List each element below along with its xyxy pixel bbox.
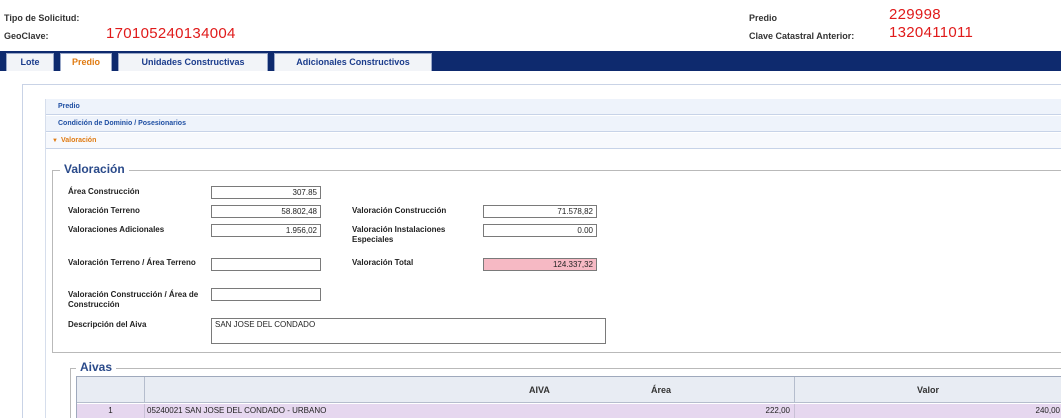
valoracion-title: Valoración [60, 162, 129, 176]
tab-predio[interactable]: Predio [60, 53, 112, 71]
chevron-down-icon: ▼ [52, 138, 58, 144]
grid-header-valor[interactable]: Valor [795, 377, 1061, 403]
accordion-valoracion[interactable]: ▼ Valoración [46, 133, 1061, 149]
val-terreno-area-field[interactable] [211, 258, 321, 271]
val-construccion-area-field[interactable] [211, 288, 321, 301]
tab-adicionales-constructivos[interactable]: Adicionales Constructivos [274, 53, 432, 71]
header-bar: Tipo de Solicitud: GeoClave: 17010524013… [0, 0, 1061, 50]
valoracion-construccion-field[interactable]: 71.578,82 [483, 205, 597, 218]
grid-header-aiva-label: AIVA [529, 385, 550, 395]
predio-value: 229998 [889, 6, 941, 23]
clave-anterior-value: 1320411011 [889, 24, 974, 41]
valoracion-terreno-label: Valoración Terreno [68, 206, 140, 215]
valoracion-total-label: Valoración Total [352, 258, 414, 267]
val-terreno-area-label: Valoración Terreno / Área Terreno [68, 258, 196, 267]
row-area-cell: 222,00 [765, 406, 790, 415]
descripcion-aiva-label: Descripción del Aiva [68, 320, 147, 329]
clave-anterior-label: Clave Catastral Anterior: [749, 31, 855, 41]
table-row[interactable]: 05240021 SAN JOSE DEL CONDADO - URBANO 2… [145, 404, 795, 418]
tab-lote[interactable]: Lote [6, 53, 54, 71]
grid-header-rownum [77, 377, 145, 403]
row-number: 1 [77, 404, 145, 418]
val-construccion-area-label: Valoración Construcción / Área de Constr… [68, 290, 199, 309]
tab-unidades-constructivas[interactable]: Unidades Constructivas [118, 53, 268, 71]
valoracion-instalaciones-label: Valoración Instalaciones Especiales [352, 225, 446, 244]
accordion-predio-label: Predio [58, 103, 80, 110]
grid-header-aiva[interactable]: AIVA Área [145, 377, 795, 403]
aivas-grid: AIVA Área Valor 1 05240021 SAN JOSE DEL … [76, 376, 1061, 418]
valoracion-terreno-field[interactable]: 58.802,48 [211, 205, 321, 218]
row-valor-cell: 240,00 [795, 404, 1061, 418]
grid-header-area-label: Área [651, 385, 672, 395]
area-construccion-field[interactable]: 307.85 [211, 186, 321, 199]
accordion-condicion-dominio[interactable]: Condición de Dominio / Posesionarios [46, 116, 1061, 132]
predio-label: Predio [749, 13, 778, 23]
valoracion-construccion-label: Valoración Construcción [352, 206, 447, 215]
aivas-title: Aivas [76, 360, 117, 374]
row-aiva-cell: 05240021 SAN JOSE DEL CONDADO - URBANO [147, 406, 327, 415]
geoclave-label: GeoClave: [4, 31, 49, 41]
valoraciones-adicionales-label: Valoraciones Adicionales [68, 225, 165, 234]
valoracion-instalaciones-field[interactable]: 0.00 [483, 224, 597, 237]
geoclave-value: 170105240134004 [106, 25, 236, 42]
valoraciones-adicionales-field[interactable]: 1.956,02 [211, 224, 321, 237]
tipo-solicitud-label: Tipo de Solicitud: [4, 13, 80, 23]
accordion-valoracion-label: Valoración [60, 137, 97, 144]
tab-bar: Lote Predio Unidades Constructivas Adici… [0, 51, 1061, 71]
accordion-predio[interactable]: Predio [46, 99, 1061, 115]
descripcion-aiva-field[interactable]: SAN JOSE DEL CONDADO [211, 318, 606, 344]
accordion-condicion-label: Condición de Dominio / Posesionarios [58, 120, 186, 127]
valoracion-total-field[interactable]: 124.337,32 [483, 258, 597, 271]
area-construccion-label: Área Construcción [68, 187, 140, 196]
